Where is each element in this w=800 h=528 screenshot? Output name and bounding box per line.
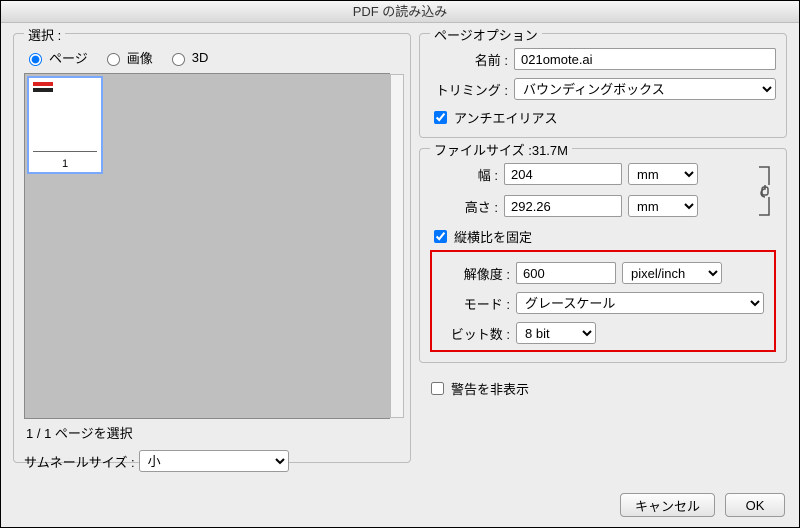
bitdepth-select[interactable]: 8 bit bbox=[516, 322, 596, 344]
resolution-field[interactable] bbox=[516, 262, 616, 284]
resolution-label: 解像度 : bbox=[442, 264, 516, 283]
page-preview-list[interactable]: 1 bbox=[24, 73, 390, 419]
resolution-unit-select[interactable]: pixel/inch bbox=[622, 262, 722, 284]
constrain-proportions-checkbox[interactable] bbox=[434, 230, 447, 243]
trimming-label: トリミング : bbox=[430, 80, 514, 99]
select-group: 選択 : ページ 画像 3D bbox=[13, 33, 411, 463]
page-options-group-label: ページオプション bbox=[430, 25, 542, 44]
radio-page-label: ページ bbox=[49, 48, 88, 67]
radio-page-input[interactable] bbox=[29, 53, 42, 66]
width-field[interactable] bbox=[504, 163, 622, 185]
radio-image[interactable]: 画像 bbox=[102, 48, 153, 67]
constrain-proportions-label: 縦横比を固定 bbox=[454, 227, 532, 246]
thumbnail-size-select[interactable]: 小 bbox=[139, 450, 289, 472]
suppress-warnings-checkbox[interactable] bbox=[431, 382, 444, 395]
radio-image-label: 画像 bbox=[127, 48, 153, 67]
highlighted-settings: 解像度 : pixel/inch モード : グレースケール bbox=[430, 250, 776, 352]
thumb-graphic-stripe bbox=[33, 88, 53, 92]
antialias-checkbox[interactable] bbox=[434, 111, 447, 124]
page-options-group: ページオプション 名前 : トリミング : バウンディングボックス アンチエイリ… bbox=[419, 33, 787, 138]
suppress-warnings-label: 警告を非表示 bbox=[451, 379, 529, 398]
page-selection-status: 1 / 1 ページを選択 bbox=[24, 419, 400, 450]
height-field[interactable] bbox=[504, 195, 622, 217]
filesize-group: ファイルサイズ :31.7M 幅 : mm 高さ : bbox=[419, 148, 787, 363]
name-field[interactable] bbox=[514, 48, 776, 70]
width-unit-select[interactable]: mm bbox=[628, 163, 698, 185]
bitdepth-label: ビット数 : bbox=[442, 324, 516, 343]
radio-image-input[interactable] bbox=[107, 53, 120, 66]
constrain-link-icon[interactable] bbox=[756, 163, 776, 219]
mode-label: モード : bbox=[442, 294, 516, 313]
trimming-select[interactable]: バウンディングボックス bbox=[514, 78, 776, 100]
thumb-divider bbox=[33, 151, 97, 152]
thumb-graphic-stripe bbox=[33, 82, 53, 86]
radio-3d[interactable]: 3D bbox=[167, 50, 209, 66]
height-unit-select[interactable]: mm bbox=[628, 195, 698, 217]
dialog-title: PDF の読み込み bbox=[1, 1, 799, 23]
width-label: 幅 : bbox=[430, 165, 504, 184]
ok-button[interactable]: OK bbox=[725, 493, 785, 517]
filesize-group-label: ファイルサイズ :31.7M bbox=[430, 140, 572, 159]
radio-3d-label: 3D bbox=[192, 50, 209, 65]
page-number-label: 1 bbox=[29, 158, 101, 170]
mode-select[interactable]: グレースケール bbox=[516, 292, 764, 314]
radio-3d-input[interactable] bbox=[172, 53, 185, 66]
radio-page[interactable]: ページ bbox=[24, 48, 88, 67]
preview-scrollbar[interactable] bbox=[390, 74, 404, 418]
antialias-label: アンチエイリアス bbox=[454, 108, 557, 127]
page-thumbnail[interactable]: 1 bbox=[27, 76, 103, 174]
name-label: 名前 : bbox=[430, 50, 514, 69]
pdf-import-dialog: PDF の読み込み 選択 : ページ 画像 3D bbox=[0, 0, 800, 528]
cancel-button[interactable]: キャンセル bbox=[620, 493, 715, 517]
select-group-label: 選択 : bbox=[24, 25, 65, 44]
thumbnail-size-label: サムネールサイズ : bbox=[24, 452, 135, 471]
height-label: 高さ : bbox=[430, 197, 504, 216]
